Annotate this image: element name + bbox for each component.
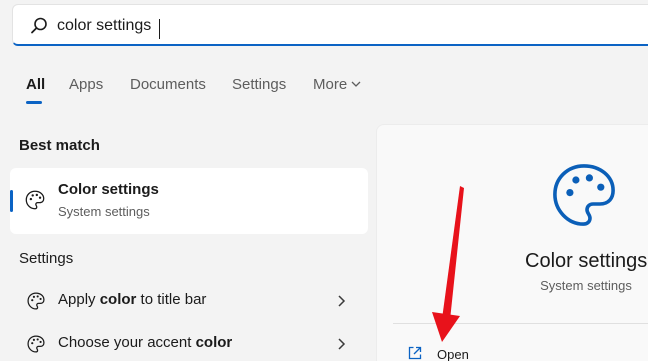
label-part: Choose your accent (58, 334, 196, 351)
settings-heading: Settings (19, 250, 73, 267)
detail-title: Color settings (525, 250, 648, 272)
tab-documents[interactable]: Documents (130, 72, 206, 98)
tab-apps[interactable]: Apps (69, 72, 103, 98)
search-input[interactable] (57, 14, 457, 38)
filter-tabs: All Apps Documents Settings More (0, 72, 648, 104)
label-match: color (195, 334, 233, 351)
label-part: to title bar (136, 291, 207, 308)
detail-panel: Color settings System settings Open (376, 124, 648, 361)
tab-settings[interactable]: Settings (232, 72, 286, 98)
palette-icon (27, 292, 45, 310)
search-icon (31, 17, 47, 34)
settings-heading-label: Settings (19, 250, 74, 267)
palette-icon (553, 164, 615, 226)
best-match-result[interactable]: Color settings System settings (10, 168, 368, 234)
divider (393, 323, 648, 324)
chevron-right-icon (338, 295, 346, 307)
settings-result-label: Choose your accent color (58, 334, 232, 351)
best-match-subtitle: System settings (58, 204, 150, 219)
search-bar[interactable] (12, 4, 648, 46)
tab-more[interactable]: More (313, 72, 361, 98)
selection-indicator (10, 190, 13, 212)
open-external-icon[interactable] (407, 345, 423, 361)
detail-subtitle: System settings (540, 278, 632, 293)
best-match-title: Color settings (58, 181, 159, 198)
tab-all[interactable]: All (26, 72, 45, 98)
palette-icon (27, 335, 45, 353)
best-match-heading: Best match (19, 137, 100, 154)
settings-result-accent-color[interactable]: Choose your accent color (10, 324, 368, 361)
settings-result-label: Apply color to title bar (58, 291, 206, 308)
tab-more-label: More (313, 76, 348, 93)
text-caret (159, 19, 160, 39)
active-tab-indicator (26, 101, 42, 104)
chevron-right-icon (338, 338, 346, 350)
palette-icon (25, 190, 45, 210)
label-part: Apply (58, 291, 100, 308)
label-match: color (99, 291, 137, 308)
open-action[interactable]: Open (437, 347, 469, 361)
chevron-down-icon (351, 81, 361, 87)
settings-result-apply-color[interactable]: Apply color to title bar (10, 281, 368, 321)
